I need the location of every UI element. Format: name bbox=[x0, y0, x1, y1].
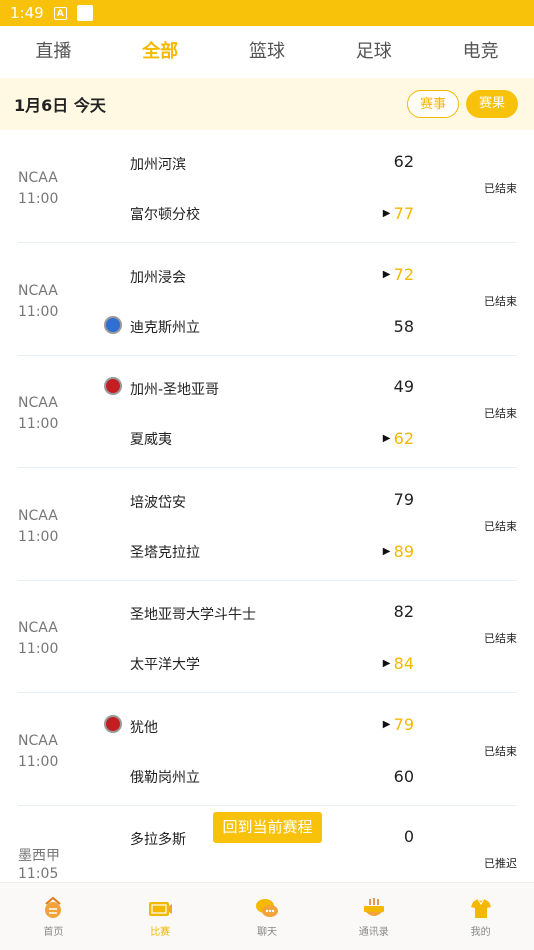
match-status: 已结束 bbox=[484, 182, 517, 195]
top-tabs: 直播 全部 篮球 足球 电竞 bbox=[0, 26, 534, 78]
away-score: 77 bbox=[393, 204, 414, 223]
nav-match[interactable]: 比赛 bbox=[107, 883, 214, 950]
tab-football[interactable]: 足球 bbox=[320, 26, 427, 78]
match-status: 已结束 bbox=[484, 407, 517, 420]
home-score: 82 bbox=[393, 602, 414, 621]
tab-basketball[interactable]: 篮球 bbox=[214, 26, 321, 78]
home-icon bbox=[45, 896, 62, 918]
nav-chat-label: 聊天 bbox=[256, 927, 277, 938]
league-name: 墨西甲 bbox=[18, 848, 60, 864]
match-row[interactable]: NCAA 11:00 犹他俄勒岗州立 79 60 ▶ 已结束 bbox=[18, 693, 517, 806]
date-bar: 1月6日 今天 赛事 赛果 bbox=[0, 78, 534, 130]
events-filter-button[interactable]: 赛事 bbox=[407, 90, 459, 118]
match-status: 已结束 bbox=[484, 295, 517, 308]
status-time: 1:49 bbox=[10, 4, 44, 22]
league-name: NCAA bbox=[18, 395, 58, 411]
nav-match-label: 比赛 bbox=[150, 927, 171, 938]
match-icon bbox=[149, 902, 173, 916]
away-score: 62 bbox=[393, 429, 414, 448]
match-time: 11:00 bbox=[18, 191, 59, 207]
chat-icon bbox=[255, 899, 278, 917]
match-status: 已推迟 bbox=[484, 857, 517, 870]
date-label: 1月6日 今天 bbox=[14, 96, 106, 115]
match-row[interactable]: NCAA 11:00 加州河滨富尔顿分校 62 77 ▶ 已结束 bbox=[18, 130, 517, 243]
away-score: 58 bbox=[393, 317, 414, 336]
match-row[interactable]: NCAA 11:00 加州-圣地亚哥 夏威夷 49 62 ▶ 已结束 bbox=[18, 355, 517, 468]
winner-arrow-icon: ▶ bbox=[382, 658, 391, 669]
away-team-name: 太平洋大学 bbox=[130, 657, 200, 673]
home-team-name: 加州河滨 bbox=[130, 157, 186, 173]
home-team-name: 加州浸会 bbox=[130, 270, 186, 286]
contacts-icon bbox=[363, 898, 384, 916]
nav-contacts[interactable]: 通讯录 bbox=[320, 883, 427, 950]
results-filter-button[interactable]: 赛果 bbox=[466, 90, 518, 118]
home-team-name: 培波岱安 bbox=[130, 495, 186, 511]
away-score: 89 bbox=[393, 542, 414, 561]
home-team-logo-icon bbox=[104, 715, 122, 733]
nav-contacts-label: 通讯录 bbox=[358, 927, 389, 938]
match-time: 11:00 bbox=[18, 529, 59, 545]
match-time: 11:00 bbox=[18, 416, 59, 432]
away-team-name: 俄勒岗州立 bbox=[130, 770, 200, 786]
home-team-name: 犹他 bbox=[130, 720, 158, 736]
league-name: NCAA bbox=[18, 283, 58, 299]
nav-home[interactable]: 首页 bbox=[0, 883, 107, 950]
match-time: 11:05 bbox=[18, 866, 59, 882]
home-score: 79 bbox=[393, 715, 414, 734]
notification-square-icon bbox=[76, 5, 93, 21]
home-score: 72 bbox=[393, 265, 414, 284]
bottom-nav: 首页 比赛 聊天 通讯录 我的 bbox=[0, 882, 534, 950]
profile-icon bbox=[470, 898, 491, 918]
match-status: 已结束 bbox=[484, 632, 517, 645]
match-row[interactable]: NCAA 11:00 加州浸会迪克斯州立 72 58 ▶ 已结束 bbox=[18, 243, 517, 356]
winner-arrow-icon: ▶ bbox=[382, 546, 391, 557]
home-score: 0 bbox=[403, 827, 414, 846]
away-team-name: 圣塔克拉拉 bbox=[130, 545, 200, 561]
league-name: NCAA bbox=[18, 733, 58, 749]
league-name: NCAA bbox=[18, 170, 58, 186]
league-name: NCAA bbox=[18, 620, 58, 636]
tab-all[interactable]: 全部 bbox=[107, 26, 214, 78]
match-row[interactable]: NCAA 11:00 培波岱安圣塔克拉拉 79 89 ▶ 已结束 bbox=[18, 468, 517, 581]
match-status: 已结束 bbox=[484, 745, 517, 758]
match-time: 11:00 bbox=[18, 304, 59, 320]
winner-arrow-icon: ▶ bbox=[382, 269, 391, 280]
match-time: 11:00 bbox=[18, 641, 59, 657]
tab-esports[interactable]: 电竞 bbox=[427, 26, 534, 78]
winner-arrow-icon: ▶ bbox=[382, 433, 391, 444]
date-buttons: 赛事 赛果 bbox=[407, 90, 518, 118]
league-name: NCAA bbox=[18, 508, 58, 524]
home-score: 79 bbox=[393, 490, 414, 509]
away-team-name: 夏威夷 bbox=[130, 432, 172, 448]
winner-arrow-icon: ▶ bbox=[382, 208, 391, 219]
away-team-logo-icon bbox=[104, 316, 122, 334]
home-team-logo-icon bbox=[104, 377, 122, 395]
match-status: 已结束 bbox=[484, 520, 517, 533]
home-team-name: 多拉多斯 bbox=[130, 832, 186, 848]
home-score: 62 bbox=[393, 152, 414, 171]
away-score: 60 bbox=[393, 767, 414, 786]
match-list[interactable]: NCAA 11:00 加州河滨 富尔顿分校 62 77 ▶ 已结束 NCAA 11:00 加州浸会迪… bbox=[0, 130, 534, 882]
home-team-name: 圣地亚哥大学斗牛士 bbox=[130, 607, 256, 623]
nav-chat[interactable]: 聊天 bbox=[214, 883, 321, 950]
nav-home-label: 首页 bbox=[43, 927, 64, 938]
away-team-name: 富尔顿分校 bbox=[130, 207, 200, 223]
home-score: 49 bbox=[393, 377, 414, 396]
match-row[interactable]: NCAA 11:00 圣地亚哥大学斗牛士 太平洋大学 82 84 ▶ 已结束 bbox=[18, 580, 517, 693]
tab-live[interactable]: 直播 bbox=[0, 26, 107, 78]
home-team-name: 加州-圣地亚哥 bbox=[130, 382, 220, 398]
nav-profile[interactable]: 我的 bbox=[427, 883, 534, 950]
away-team-name: 迪克斯州立 bbox=[130, 320, 200, 336]
back-to-current-button[interactable]: 回到当前赛程 bbox=[213, 812, 322, 843]
notification-a-icon: A bbox=[53, 6, 67, 20]
status-bar: 1:49 A bbox=[0, 0, 534, 26]
nav-profile-label: 我的 bbox=[470, 927, 491, 938]
match-time: 11:00 bbox=[18, 754, 59, 770]
away-score: 84 bbox=[393, 654, 414, 673]
winner-arrow-icon: ▶ bbox=[382, 719, 391, 730]
